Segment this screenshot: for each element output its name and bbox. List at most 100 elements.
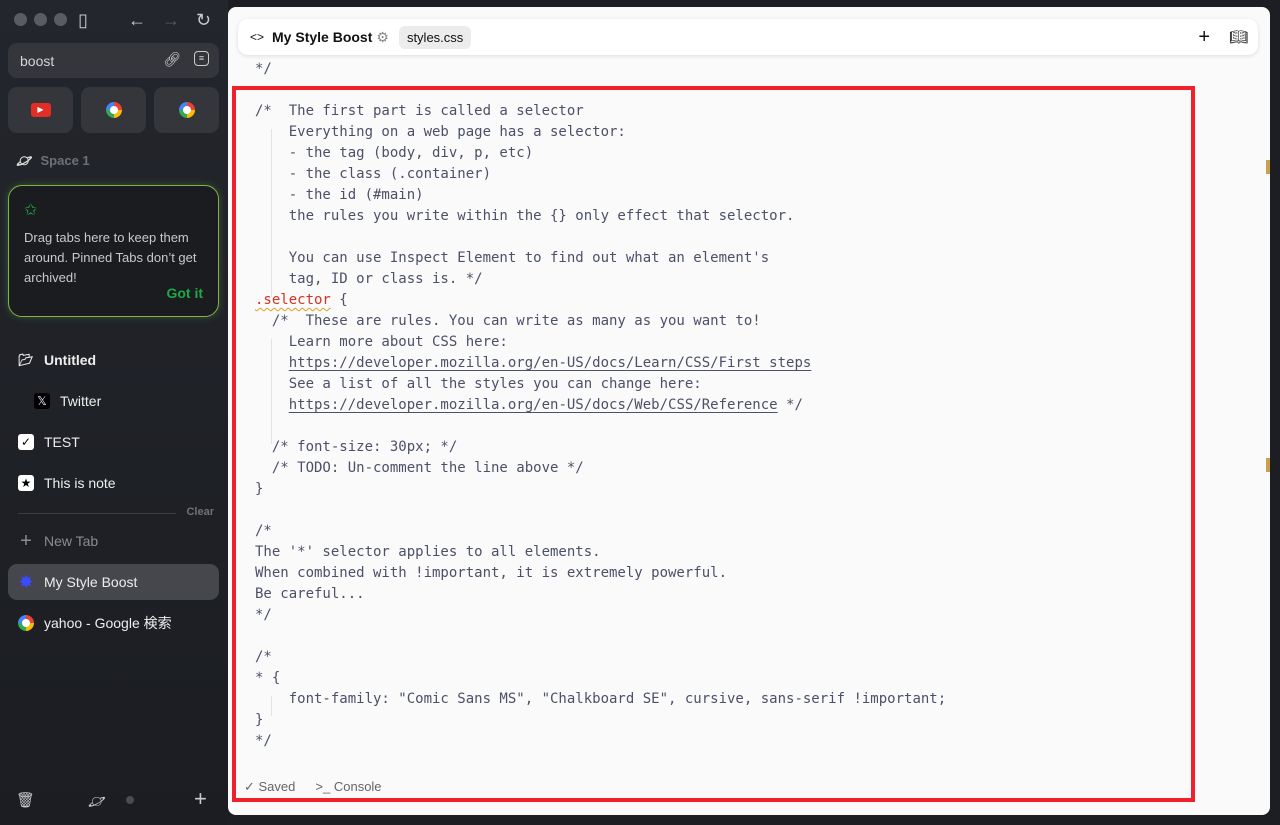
- clear-button[interactable]: Clear: [186, 506, 214, 518]
- code-editor[interactable]: */ ​ /* The first part is called a selecto…: [255, 59, 946, 752]
- code-line[interactable]: tag, ID or class is. */: [255, 269, 946, 290]
- new-tab-button[interactable]: + New Tab: [8, 523, 219, 559]
- code-line[interactable]: }: [255, 479, 946, 500]
- code-line[interactable]: /*: [255, 521, 946, 542]
- code-line[interactable]: the rules you write within the {} only e…: [255, 206, 946, 227]
- plus-icon: +: [20, 529, 32, 552]
- sidebar-toggle-icon[interactable]: ▯: [78, 10, 88, 30]
- code-text: The '*' selector applies to all elements…: [255, 544, 601, 560]
- css-selector: .selector: [255, 292, 331, 308]
- code-line[interactable]: - the class (.container): [255, 164, 946, 185]
- code-line[interactable]: /* These are rules. You can write as man…: [255, 311, 946, 332]
- code-text: * {: [255, 670, 281, 686]
- code-line[interactable]: https://developer.mozilla.org/en-US/docs…: [255, 353, 946, 374]
- code-line[interactable]: /* font-size: 30px; */: [255, 437, 946, 458]
- code-line[interactable]: * {: [255, 668, 946, 689]
- pinned-tab-twitter[interactable]: 𝕏 Twitter: [8, 383, 219, 419]
- favorite-youtube[interactable]: ▶: [8, 87, 73, 133]
- file-tab[interactable]: styles.css: [398, 25, 472, 49]
- code-line[interactable]: The '*' selector applies to all elements…: [255, 542, 946, 563]
- code-line[interactable]: ​: [255, 626, 946, 647]
- boost-header: <> My Style Boost ⚙ styles.css + 📖︎: [238, 19, 1258, 55]
- code-line[interactable]: ​: [255, 80, 946, 101]
- space-name: Space 1: [40, 153, 90, 168]
- favorite-google[interactable]: [154, 87, 219, 133]
- pinned-tab-note[interactable]: ★ This is note: [8, 465, 219, 501]
- space-dot[interactable]: [126, 796, 134, 804]
- code-line[interactable]: When combined with !important, it is ext…: [255, 563, 946, 584]
- code-line[interactable]: */: [255, 731, 946, 752]
- code-line[interactable]: Everything on a web page has a selector:: [255, 122, 946, 143]
- code-text: */: [255, 733, 272, 749]
- code-line[interactable]: .selector {: [255, 290, 946, 311]
- planet-icon[interactable]: 🪐︎: [88, 791, 106, 811]
- code-line[interactable]: https://developer.mozilla.org/en-US/docs…: [255, 395, 946, 416]
- url-bar[interactable]: boost 🔗︎ ≡: [8, 43, 219, 78]
- code-text: tag, ID or class is. */: [255, 271, 483, 287]
- favorite-google[interactable]: [81, 87, 146, 133]
- code-line[interactable]: /*: [255, 647, 946, 668]
- code-line[interactable]: /* TODO: Un-comment the line above */: [255, 458, 946, 479]
- back-icon[interactable]: ←: [128, 10, 146, 30]
- maximize-window-button[interactable]: [54, 13, 67, 26]
- gear-icon[interactable]: ⚙: [376, 29, 389, 46]
- tab-label: TEST: [44, 434, 80, 450]
- code-line[interactable]: */: [255, 59, 946, 80]
- code-line[interactable]: Learn more about CSS here:: [255, 332, 946, 353]
- minimize-window-button[interactable]: [34, 13, 47, 26]
- code-text: */: [255, 61, 272, 77]
- x-icon: 𝕏: [34, 393, 50, 409]
- tab-label: This is note: [44, 475, 116, 491]
- code-text: /* These are rules. You can write as man…: [255, 313, 761, 329]
- tab-google-search[interactable]: yahoo - Google 検索: [8, 605, 219, 641]
- code-text: /*: [255, 523, 272, 539]
- pinned-tab-test[interactable]: ✓ TEST: [8, 424, 219, 460]
- code-text: the rules you write within the {} only e…: [255, 208, 795, 224]
- code-line[interactable]: ​: [255, 227, 946, 248]
- console-label: Console: [333, 779, 382, 794]
- code-text: */: [255, 607, 272, 623]
- code-line[interactable]: - the tag (body, div, p, etc): [255, 143, 946, 164]
- code-text: Everything on a web page has a selector:: [255, 124, 626, 140]
- code-line[interactable]: ​: [255, 500, 946, 521]
- tip-text: Drag tabs here to keep them around. Pinn…: [24, 230, 197, 285]
- add-file-icon[interactable]: +: [1198, 26, 1210, 49]
- code-link[interactable]: https://developer.mozilla.org/en-US/docs…: [289, 397, 778, 413]
- code-text: /*: [255, 649, 272, 665]
- code-line[interactable]: ​: [255, 416, 946, 437]
- planet-icon: 🪐︎: [16, 153, 33, 168]
- archive-icon[interactable]: 🗑︎: [16, 791, 35, 811]
- note-icon: ★: [18, 475, 34, 491]
- code-line[interactable]: See a list of all the styles you can cha…: [255, 374, 946, 395]
- code-line[interactable]: /* The first part is called a selector: [255, 101, 946, 122]
- app-icon: ✓: [18, 434, 34, 450]
- code-line[interactable]: }: [255, 710, 946, 731]
- tab-label: yahoo - Google 検索: [44, 615, 172, 631]
- add-space-icon[interactable]: +: [194, 788, 207, 810]
- folder-icon: 📂︎: [18, 353, 34, 367]
- code-line[interactable]: - the id (#main): [255, 185, 946, 206]
- code-link[interactable]: https://developer.mozilla.org/en-US/docs…: [289, 355, 812, 371]
- book-icon[interactable]: 📖︎: [1229, 28, 1248, 46]
- code-text: When combined with !important, it is ext…: [255, 565, 728, 581]
- tab-label: Twitter: [60, 393, 102, 409]
- code-line[interactable]: */: [255, 605, 946, 626]
- code-line[interactable]: Be careful...: [255, 584, 946, 605]
- tab-label: My Style Boost: [44, 574, 138, 590]
- code-line[interactable]: font-family: "Comic Sans MS", "Chalkboar…: [255, 689, 946, 710]
- settings-sliders-icon[interactable]: ≡: [194, 51, 209, 66]
- new-tab-label: New Tab: [44, 533, 99, 549]
- google-icon: [18, 615, 34, 631]
- folder-untitled[interactable]: 📂︎ Untitled: [8, 342, 219, 378]
- tab-my-style-boost[interactable]: ✸ My Style Boost: [8, 564, 219, 600]
- code-text: - the class (.container): [255, 166, 492, 182]
- console-button[interactable]: >_ Console: [315, 779, 381, 795]
- close-window-button[interactable]: [14, 13, 27, 26]
- boost-title: My Style Boost: [272, 29, 373, 45]
- forward-icon[interactable]: →: [162, 10, 180, 30]
- got-it-button[interactable]: Got it: [166, 285, 203, 301]
- code-line[interactable]: You can use Inspect Element to find out …: [255, 248, 946, 269]
- link-icon[interactable]: 🔗︎: [163, 51, 181, 68]
- space-label[interactable]: 🪐︎ Space 1: [16, 153, 90, 169]
- reload-icon[interactable]: ↻: [196, 10, 211, 30]
